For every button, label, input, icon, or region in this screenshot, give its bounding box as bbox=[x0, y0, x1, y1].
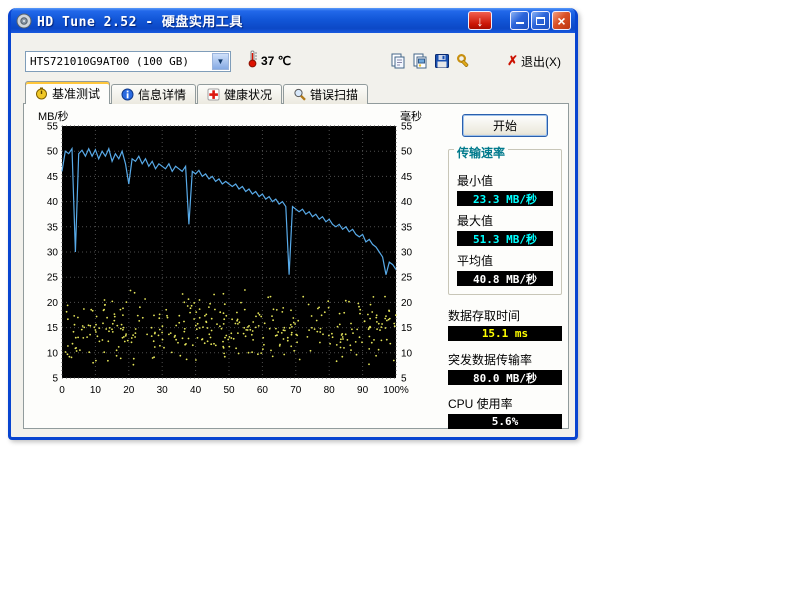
svg-text:0: 0 bbox=[59, 385, 65, 396]
exit-x-icon: ✗ bbox=[507, 53, 518, 69]
start-button[interactable]: 开始 bbox=[462, 114, 548, 137]
burst-rate-section: 突发数据传输率 80.0 MB/秒 bbox=[448, 351, 562, 385]
min-label: 最小值 bbox=[457, 172, 553, 189]
svg-text:30: 30 bbox=[157, 385, 169, 396]
exit-label: 退出(X) bbox=[521, 53, 561, 70]
tab-health[interactable]: 健康状况 bbox=[197, 84, 282, 104]
tab-benchmark-label: 基准测试 bbox=[52, 85, 100, 102]
update-button[interactable]: ↓ bbox=[468, 11, 492, 30]
benchmark-tabpage: MB/秒毫秒5555505045454040353530302525202015… bbox=[23, 103, 569, 429]
drive-select-value: HTS721010G9AT00 (100 GB) bbox=[26, 55, 211, 68]
access-time-section: 数据存取时间 15.1 ms bbox=[448, 307, 562, 341]
svg-text:50: 50 bbox=[47, 147, 59, 158]
tab-error-scan-label: 错误扫描 bbox=[310, 86, 358, 103]
info-icon bbox=[121, 88, 134, 101]
temperature-value: 37 ℃ bbox=[261, 54, 291, 68]
svg-text:5: 5 bbox=[52, 374, 58, 385]
burst-rate-label: 突发数据传输率 bbox=[448, 351, 562, 368]
avg-value: 40.8 MB/秒 bbox=[473, 271, 537, 287]
svg-text:35: 35 bbox=[401, 222, 413, 233]
svg-text:25: 25 bbox=[401, 273, 413, 284]
access-time-value-box: 15.1 ms bbox=[448, 326, 562, 341]
exit-button[interactable]: ✗ 退出(X) bbox=[503, 51, 565, 72]
svg-text:45: 45 bbox=[47, 172, 59, 183]
tab-strip: 基准测试 信息详情 健康状况 错误扫描 bbox=[25, 81, 369, 104]
svg-text:50: 50 bbox=[401, 147, 413, 158]
minimize-button[interactable] bbox=[510, 11, 529, 30]
transfer-rate-title: 传输速率 bbox=[454, 144, 508, 161]
transfer-rate-group: 传输速率 最小值 23.3 MB/秒 最大值 51.3 MB/秒 平均值 40.… bbox=[448, 149, 562, 295]
min-value: 23.3 MB/秒 bbox=[473, 191, 537, 207]
drive-select[interactable]: HTS721010G9AT00 (100 GB) ▼ bbox=[25, 51, 231, 72]
access-time-label: 数据存取时间 bbox=[448, 307, 562, 324]
burst-rate-value: 80.0 MB/秒 bbox=[473, 370, 537, 386]
maximize-icon bbox=[536, 17, 545, 25]
svg-text:5: 5 bbox=[401, 374, 407, 385]
benchmark-chart: MB/秒毫秒5555505045454040353530302525202015… bbox=[28, 110, 436, 410]
save-icon[interactable] bbox=[431, 51, 453, 71]
svg-text:50: 50 bbox=[223, 385, 235, 396]
tab-info-label: 信息详情 bbox=[138, 86, 186, 103]
svg-text:55: 55 bbox=[401, 122, 413, 133]
burst-rate-value-box: 80.0 MB/秒 bbox=[448, 370, 562, 385]
svg-text:20: 20 bbox=[47, 298, 59, 309]
svg-text:15: 15 bbox=[401, 323, 413, 334]
thermometer-icon bbox=[247, 49, 258, 73]
svg-text:25: 25 bbox=[47, 273, 59, 284]
window-body: HTS721010G9AT00 (100 GB) ▼ 37 ℃ bbox=[11, 33, 575, 437]
svg-text:10: 10 bbox=[401, 348, 413, 359]
maximize-button[interactable] bbox=[531, 11, 550, 30]
cpu-usage-label: CPU 使用率 bbox=[448, 395, 562, 412]
svg-text:30: 30 bbox=[401, 248, 413, 259]
min-value-box: 23.3 MB/秒 bbox=[457, 191, 553, 206]
benchmark-icon bbox=[35, 87, 48, 100]
svg-text:55: 55 bbox=[47, 122, 59, 133]
cpu-usage-section: CPU 使用率 5.6% bbox=[448, 395, 562, 429]
chevron-down-icon[interactable]: ▼ bbox=[212, 53, 229, 70]
benchmark-chart-wrap: MB/秒毫秒5555505045454040353530302525202015… bbox=[28, 110, 436, 415]
results-panel: 开始 传输速率 最小值 23.3 MB/秒 最大值 51.3 MB/秒 平均值 … bbox=[448, 114, 562, 439]
titlebar[interactable]: HD Tune 2.52 - 硬盘实用工具 ↓ × bbox=[11, 8, 575, 33]
minimize-icon bbox=[516, 17, 524, 24]
svg-text:40: 40 bbox=[47, 197, 59, 208]
app-icon bbox=[16, 13, 32, 29]
hdtune-window: HD Tune 2.52 - 硬盘实用工具 ↓ × HTS721010G9AT0… bbox=[8, 8, 578, 440]
svg-text:70: 70 bbox=[290, 385, 302, 396]
svg-text:15: 15 bbox=[47, 323, 59, 334]
tab-benchmark[interactable]: 基准测试 bbox=[25, 81, 110, 104]
tab-info[interactable]: 信息详情 bbox=[111, 84, 196, 104]
svg-text:80: 80 bbox=[324, 385, 336, 396]
avg-value-box: 40.8 MB/秒 bbox=[457, 271, 553, 286]
tab-error-scan[interactable]: 错误扫描 bbox=[283, 84, 368, 104]
svg-text:30: 30 bbox=[47, 248, 59, 259]
health-icon bbox=[207, 88, 220, 101]
svg-text:10: 10 bbox=[47, 348, 59, 359]
svg-text:10: 10 bbox=[90, 385, 102, 396]
window-title: HD Tune 2.52 - 硬盘实用工具 bbox=[37, 11, 466, 30]
svg-text:60: 60 bbox=[257, 385, 269, 396]
svg-text:20: 20 bbox=[123, 385, 135, 396]
max-label: 最大值 bbox=[457, 212, 553, 229]
max-value-box: 51.3 MB/秒 bbox=[457, 231, 553, 246]
error-scan-icon bbox=[293, 88, 306, 101]
copy-text-icon[interactable] bbox=[387, 51, 409, 71]
toolbar-icons bbox=[387, 51, 475, 71]
svg-text:35: 35 bbox=[47, 222, 59, 233]
max-value: 51.3 MB/秒 bbox=[473, 231, 537, 247]
close-button[interactable]: × bbox=[552, 11, 571, 30]
svg-text:90: 90 bbox=[357, 385, 369, 396]
svg-text:40: 40 bbox=[190, 385, 202, 396]
svg-text:40: 40 bbox=[401, 197, 413, 208]
cpu-usage-value-box: 5.6% bbox=[448, 414, 562, 429]
svg-text:100%: 100% bbox=[383, 385, 409, 396]
toolbar: HTS721010G9AT00 (100 GB) ▼ 37 ℃ bbox=[25, 49, 565, 73]
copy-image-icon[interactable] bbox=[409, 51, 431, 71]
tab-health-label: 健康状况 bbox=[224, 86, 272, 103]
options-icon[interactable] bbox=[453, 51, 475, 71]
svg-text:20: 20 bbox=[401, 298, 413, 309]
avg-label: 平均值 bbox=[457, 252, 553, 269]
access-time-value: 15.1 ms bbox=[482, 327, 528, 340]
svg-text:45: 45 bbox=[401, 172, 413, 183]
cpu-usage-value: 5.6% bbox=[492, 415, 519, 428]
